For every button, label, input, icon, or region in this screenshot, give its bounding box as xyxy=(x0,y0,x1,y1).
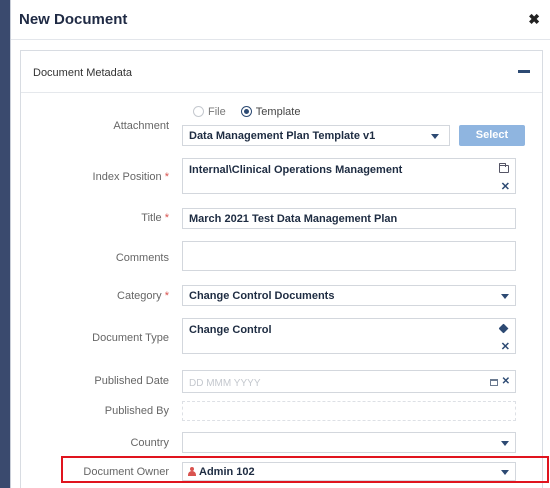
published-by-field xyxy=(182,401,516,421)
clear-document-type-icon[interactable]: ✕ xyxy=(501,340,510,353)
chevron-down-icon xyxy=(431,134,439,139)
published-date-label: Published Date xyxy=(94,375,169,387)
calendar-icon[interactable] xyxy=(490,379,498,386)
panel-title: Document Metadata xyxy=(33,67,133,79)
radio-file-label: File xyxy=(208,106,226,118)
category-label: Category * xyxy=(117,290,169,302)
attachment-label: Attachment xyxy=(113,120,169,132)
title-value: March 2021 Test Data Management Plan xyxy=(189,213,398,225)
collapse-minus-icon[interactable] xyxy=(518,70,530,73)
page-backdrop xyxy=(0,0,10,488)
radio-template-label: Template xyxy=(255,106,301,118)
country-label: Country xyxy=(130,437,169,449)
template-select[interactable]: Data Management Plan Template v1 xyxy=(182,125,450,146)
country-select[interactable] xyxy=(182,432,516,453)
radio-template-icon[interactable] xyxy=(240,106,252,117)
radio-file[interactable]: File xyxy=(193,106,226,118)
index-position-value: Internal\Clinical Operations Management xyxy=(189,164,403,176)
modal-header: New Document ✖ xyxy=(11,0,550,40)
clear-index-icon[interactable]: ✕ xyxy=(501,180,510,193)
new-document-modal: New Document ✖ Document Metadata File Te… xyxy=(10,0,550,488)
radio-template[interactable]: Template xyxy=(240,106,301,118)
published-date-placeholder: DD MMM YYYY xyxy=(189,378,261,389)
document-type-field[interactable]: Change Control ✕ xyxy=(182,318,516,354)
category-value: Change Control Documents xyxy=(189,290,335,302)
folder-icon[interactable] xyxy=(499,163,509,173)
published-date-input[interactable]: DD MMM YYYY ✕ xyxy=(182,370,516,393)
template-select-value: Data Management Plan Template v1 xyxy=(189,130,376,142)
document-owner-highlight xyxy=(61,456,549,483)
attachment-radio-group: File Template xyxy=(193,106,300,118)
comments-textarea[interactable] xyxy=(182,241,516,271)
title-input[interactable]: March 2021 Test Data Management Plan xyxy=(182,208,516,229)
select-button[interactable]: Select xyxy=(459,125,525,146)
document-type-label: Document Type xyxy=(92,332,169,344)
document-type-value: Change Control xyxy=(189,324,272,336)
comments-label: Comments xyxy=(115,252,169,264)
panel-header[interactable]: Document Metadata xyxy=(21,51,542,93)
chevron-down-icon xyxy=(501,294,509,299)
clear-date-icon[interactable]: ✕ xyxy=(502,376,510,387)
published-by-label: Published By xyxy=(104,405,169,417)
category-select[interactable]: Change Control Documents xyxy=(182,285,516,306)
chevron-down-icon xyxy=(501,441,509,446)
index-position-label: Index Position * xyxy=(92,171,169,183)
modal-title: New Document xyxy=(19,11,128,28)
radio-file-icon[interactable] xyxy=(193,106,204,117)
tag-icon[interactable] xyxy=(498,323,509,334)
title-label: Title * xyxy=(141,212,169,224)
index-position-field[interactable]: Internal\Clinical Operations Management … xyxy=(182,158,516,194)
close-icon[interactable]: ✖ xyxy=(528,11,540,28)
